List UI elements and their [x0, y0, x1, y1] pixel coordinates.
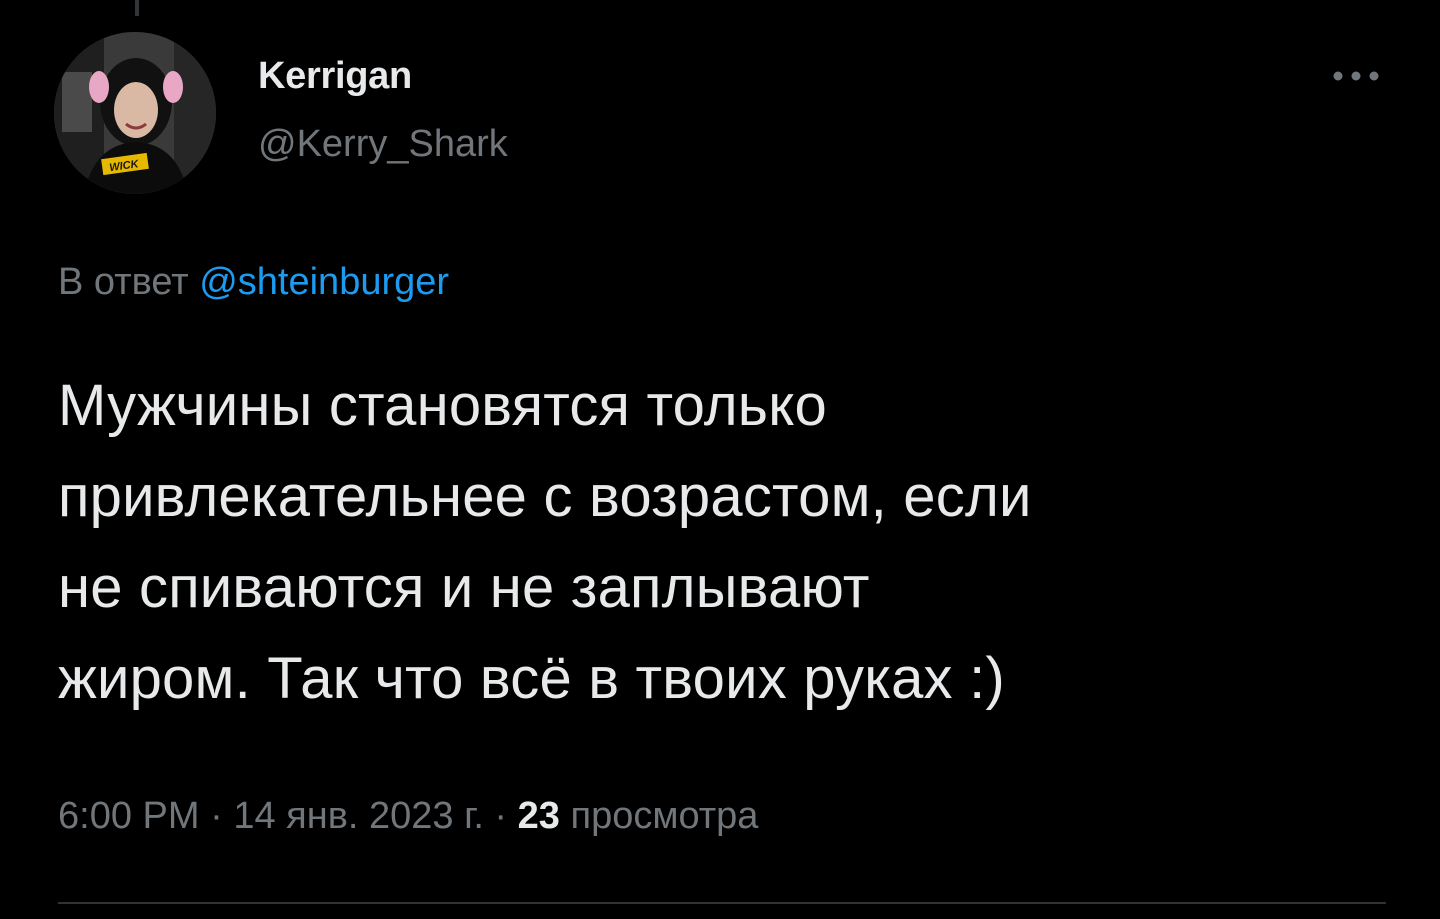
more-horizontal-icon: [1333, 71, 1379, 81]
divider: [58, 902, 1386, 904]
reply-mention-link[interactable]: @shteinburger: [199, 261, 449, 303]
author-handle[interactable]: @Kerry_Shark: [258, 120, 508, 168]
tweet-metadata: 6:00 PM · 14 янв. 2023 г. · 23 просмотра: [58, 790, 758, 842]
tweet-time[interactable]: 6:00 PM: [58, 795, 200, 837]
thread-connector-line: [135, 0, 139, 16]
reply-context: В ответ @shteinburger: [58, 258, 449, 306]
more-options-button[interactable]: [1326, 58, 1386, 94]
tweet-text-line: Мужчины становятся только: [58, 373, 827, 438]
meta-separator: ·: [483, 795, 518, 837]
views-count[interactable]: 23: [518, 795, 560, 837]
meta-separator: ·: [199, 795, 234, 837]
tweet-date[interactable]: 14 янв. 2023 г.: [233, 795, 484, 837]
tweet-text-line: привлекательнее с возрастом, если: [58, 464, 1032, 529]
avatar[interactable]: WICK: [54, 32, 216, 194]
tweet-text-line: не спиваются и не заплывают: [58, 555, 870, 620]
tweet-text-line: жиром. Так что всё в твоих руках :): [58, 646, 1005, 711]
tweet-text: Мужчины становятся только привлекательне…: [58, 360, 1398, 724]
reply-prefix: В ответ: [58, 261, 189, 303]
avatar-photo: WICK: [54, 32, 216, 194]
views-label[interactable]: просмотра: [571, 795, 759, 837]
author-display-name[interactable]: Kerrigan: [258, 52, 412, 100]
